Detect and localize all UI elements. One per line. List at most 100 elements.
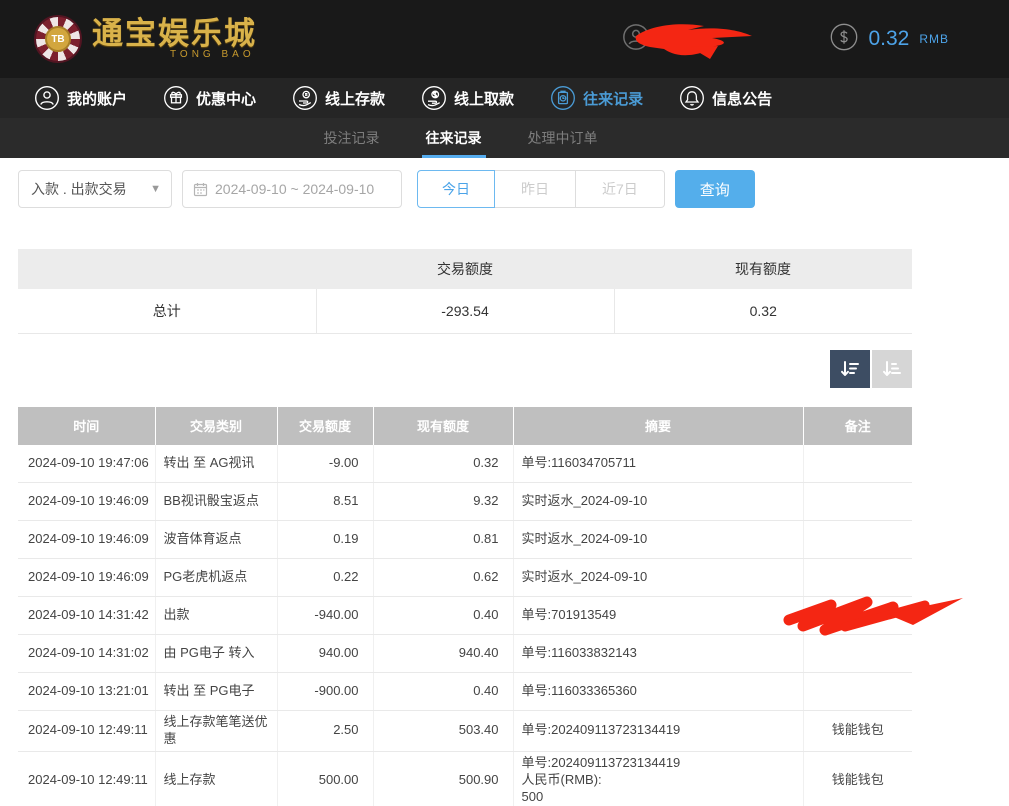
sort-descending-button[interactable]	[830, 350, 870, 388]
column-header-5: 备注	[803, 407, 912, 445]
date-range-input[interactable]: 2024-09-10 ~ 2024-09-10	[182, 170, 402, 208]
cell-time: 2024-09-10 12:49:11	[18, 751, 155, 806]
nav-item-label: 优惠中心	[196, 88, 256, 109]
brand-logo[interactable]: TB 通宝娱乐城 TONG BAO	[34, 15, 257, 63]
summary-transaction-total: -293.54	[316, 289, 614, 333]
quick-today-button[interactable]: 今日	[417, 170, 495, 208]
cell-summary: 单号:116034705711	[513, 445, 803, 483]
cell-type: 转出 至 PG电子	[155, 673, 277, 711]
table-row: 2024-09-10 19:47:06转出 至 AG视讯-9.000.32单号:…	[18, 445, 912, 483]
brand-text: 通宝娱乐城 TONG BAO	[92, 18, 257, 60]
nav-item-online-deposit[interactable]: 线上存款	[274, 78, 403, 118]
cell-type: 线上存款	[155, 751, 277, 806]
summary-balance-total: 0.32	[614, 289, 912, 333]
table-row: 2024-09-10 19:46:09波音体育返点0.190.81实时返水_20…	[18, 521, 912, 559]
nav-item-label: 线上取款	[454, 88, 514, 109]
column-header-4: 摘要	[513, 407, 803, 445]
cell-note	[803, 521, 912, 559]
cell-summary: 实时返水_2024-09-10	[513, 521, 803, 559]
chip-monogram: TB	[45, 26, 71, 52]
nav-item-announcements[interactable]: 信息公告	[661, 78, 790, 118]
cell-note	[803, 445, 912, 483]
cell-note	[803, 635, 912, 673]
gift-icon	[163, 85, 189, 111]
cell-amount: 0.19	[277, 521, 373, 559]
date-range-value: 2024-09-10 ~ 2024-09-10	[215, 181, 374, 197]
tab-betting-records[interactable]: 投注记录	[310, 118, 394, 158]
balance[interactable]: 0.32 RMB	[830, 23, 949, 56]
table-row: 2024-09-10 14:31:02由 PG电子 转入940.00940.40…	[18, 635, 912, 673]
quick-last-7-days-button[interactable]: 近7日	[575, 170, 665, 208]
table-row: 2024-09-10 19:46:09PG老虎机返点0.220.62实时返水_2…	[18, 559, 912, 597]
transactions-table-wrap: 时间交易类别交易额度现有额度摘要备注 2024-09-10 19:47:06转出…	[18, 407, 912, 806]
cell-balance: 0.40	[373, 673, 513, 711]
cell-note: 钱能钱包	[803, 751, 912, 806]
table-row: 2024-09-10 12:49:11线上存款500.00500.90单号:20…	[18, 751, 912, 806]
filter-bar: 入款 . 出款交易 ▼ 2024-09-10 ~ 2024-09-10 今日昨日…	[18, 170, 1009, 208]
cell-type: 线上存款笔笔送优惠	[155, 711, 277, 752]
brand-title: 通宝娱乐城	[92, 18, 257, 51]
sort-controls	[18, 350, 912, 388]
cell-time: 2024-09-10 14:31:02	[18, 635, 155, 673]
nav-item-my-account[interactable]: 我的账户	[16, 78, 145, 118]
cell-note	[803, 483, 912, 521]
cell-note	[803, 597, 912, 635]
cell-summary: 单号:701913549	[513, 597, 803, 635]
nav-item-online-withdraw[interactable]: 线上取款	[403, 78, 532, 118]
cell-summary: 单号:202409113723134419	[513, 711, 803, 752]
cell-balance: 0.32	[373, 445, 513, 483]
cell-amount: 500.00	[277, 751, 373, 806]
tab-processing-orders[interactable]: 处理中订单	[514, 118, 612, 158]
cell-balance: 9.32	[373, 483, 513, 521]
bell-icon	[679, 85, 705, 111]
casino-chip-icon: TB	[34, 15, 82, 63]
column-header-3: 现有额度	[373, 407, 513, 445]
cell-amount: 8.51	[277, 483, 373, 521]
cell-time: 2024-09-10 12:49:11	[18, 711, 155, 752]
cell-summary: 单号:202409113723134419人民币(RMB):500	[513, 751, 803, 806]
cell-type: PG老虎机返点	[155, 559, 277, 597]
nav-item-transaction-records[interactable]: 往来记录	[532, 78, 661, 118]
table-row: 2024-09-10 14:31:42出款-940.000.40单号:70191…	[18, 597, 912, 635]
summary-total-label: 总计	[18, 289, 316, 333]
user-account-area[interactable]	[622, 17, 772, 61]
sort-ascending-button[interactable]	[872, 350, 912, 388]
transaction-type-select[interactable]: 入款 . 出款交易 ▼	[18, 170, 172, 208]
cell-type: 转出 至 AG视讯	[155, 445, 277, 483]
redaction-scribble-username	[630, 19, 762, 61]
quick-yesterday-button[interactable]: 昨日	[494, 170, 576, 208]
cell-summary: 单号:116033832143	[513, 635, 803, 673]
cell-balance: 0.81	[373, 521, 513, 559]
cell-balance: 500.90	[373, 751, 513, 806]
top-header: TB 通宝娱乐城 TONG BAO 0.32 RMB	[0, 0, 1009, 78]
chevron-down-icon: ▼	[150, 183, 161, 195]
summary-header-transaction: 交易额度	[316, 249, 614, 289]
records-icon	[550, 85, 576, 111]
tab-transaction-records[interactable]: 往来记录	[412, 118, 496, 158]
cell-note	[803, 673, 912, 711]
cell-time: 2024-09-10 19:47:06	[18, 445, 155, 483]
cell-balance: 0.62	[373, 559, 513, 597]
sub-tab-bar: 投注记录往来记录处理中订单	[0, 118, 1009, 158]
transactions-table-header: 时间交易类别交易额度现有额度摘要备注	[18, 407, 912, 445]
cell-type: 由 PG电子 转入	[155, 635, 277, 673]
nav-item-promotions[interactable]: 优惠中心	[145, 78, 274, 118]
summary-total-row: 总计 -293.54 0.32	[18, 289, 912, 333]
deposit-icon	[292, 85, 318, 111]
cell-note	[803, 559, 912, 597]
summary-header-row: 交易额度 现有额度	[18, 249, 912, 289]
transactions-table-body: 2024-09-10 19:47:06转出 至 AG视讯-9.000.32单号:…	[18, 445, 912, 806]
summary-header-empty	[18, 249, 316, 289]
cell-time: 2024-09-10 19:46:09	[18, 521, 155, 559]
cell-balance: 940.40	[373, 635, 513, 673]
cell-amount: -900.00	[277, 673, 373, 711]
table-row: 2024-09-10 19:46:09BB视讯骰宝返点8.519.32实时返水_…	[18, 483, 912, 521]
nav-item-label: 线上存款	[325, 88, 385, 109]
header-right: 0.32 RMB	[622, 17, 949, 61]
summary-table: 交易额度 现有额度 总计 -293.54 0.32	[18, 249, 912, 334]
dollar-circle-icon	[830, 23, 858, 56]
column-header-0: 时间	[18, 407, 155, 445]
balance-currency: RMB	[919, 32, 949, 46]
search-button[interactable]: 查询	[675, 170, 755, 208]
cell-amount: -940.00	[277, 597, 373, 635]
